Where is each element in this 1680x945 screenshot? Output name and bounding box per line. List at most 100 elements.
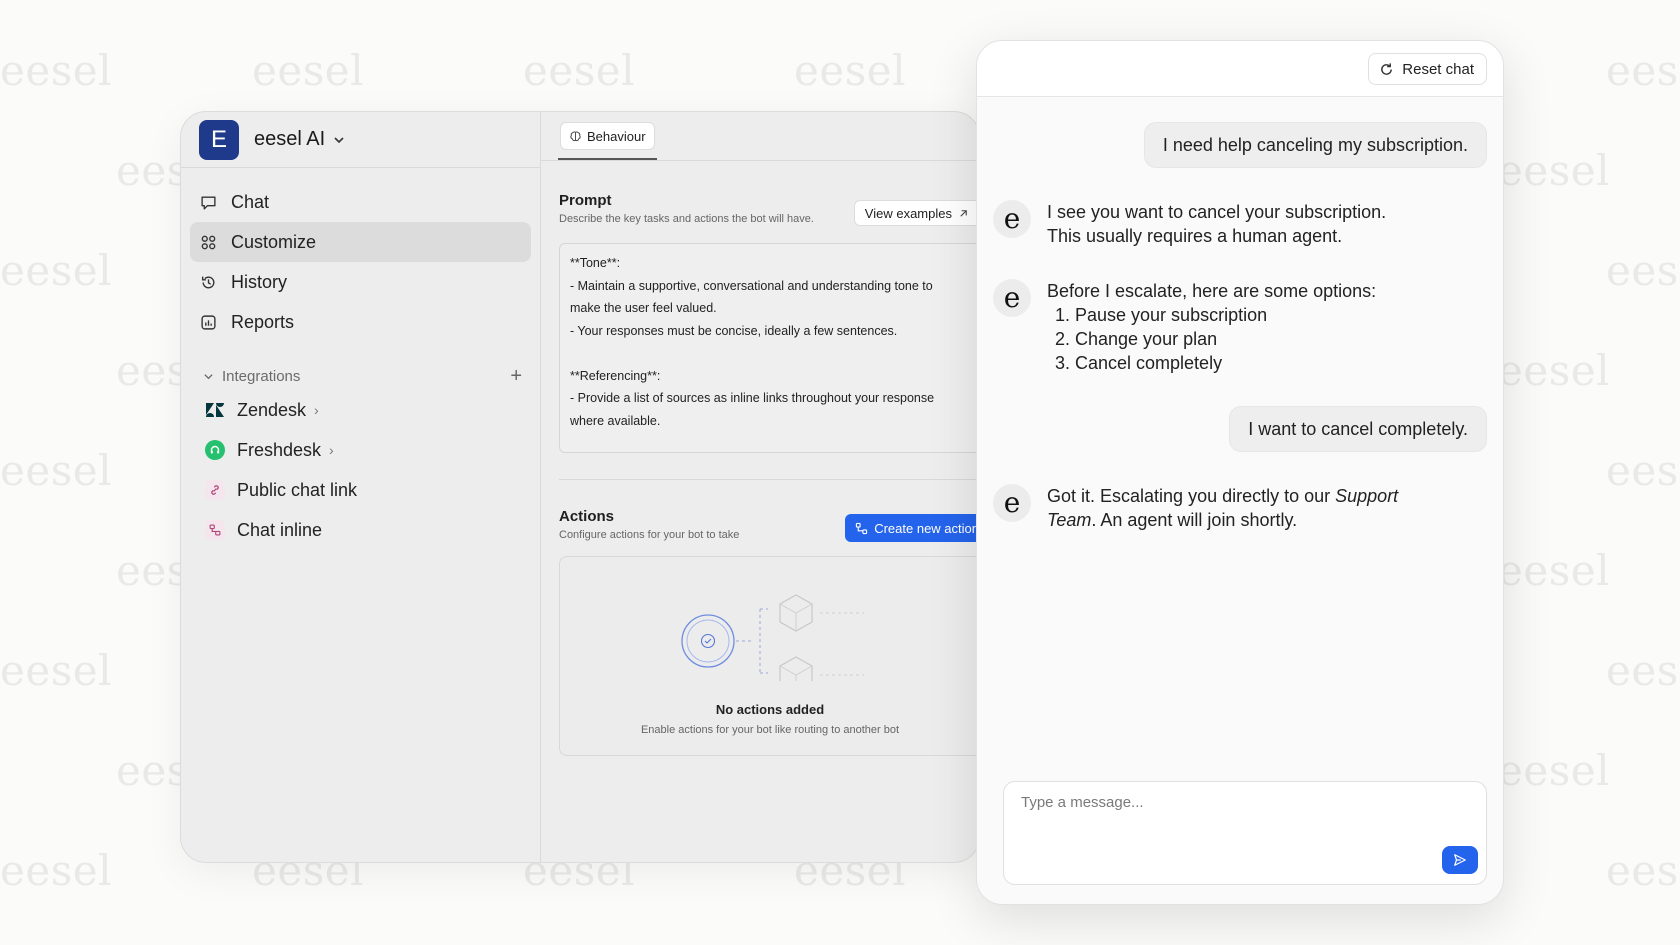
integration-label: Zendesk	[237, 399, 307, 420]
watermark-text: eesel	[0, 46, 113, 95]
chevron-down-icon	[204, 373, 213, 379]
empty-state-subtitle: Enable actions for your bot like routing…	[640, 724, 900, 736]
nav-item-customize[interactable]: Customize	[190, 222, 531, 262]
arrow-up-right-icon	[960, 209, 967, 217]
integration-zendesk[interactable]: Zendesk ›	[181, 390, 540, 430]
add-integration-button[interactable]: +	[510, 366, 522, 386]
bot-avatar: e	[993, 484, 1031, 522]
integrations-header[interactable]: Integrations +	[181, 362, 540, 390]
action-icon	[856, 522, 868, 534]
workspace-logo: E	[199, 119, 239, 160]
bot-message-text: Before I escalate, here are some options…	[1047, 279, 1376, 375]
watermark-text: eesel	[0, 246, 113, 295]
refresh-icon	[1381, 62, 1393, 75]
watermark-text: eesel	[0, 646, 113, 695]
nav-item-history[interactable]: History	[190, 262, 531, 302]
watermark-text: eesel	[1606, 846, 1680, 895]
create-new-action-button[interactable]: Create new action	[845, 514, 979, 542]
actions-illustration	[681, 594, 864, 681]
bot-text-line: This usually requires a human agent.	[1047, 226, 1343, 246]
zendesk-icon	[205, 400, 225, 420]
actions-title: Actions	[559, 508, 615, 525]
empty-state-title: No actions added	[715, 702, 825, 717]
chevron-right-icon: ›	[314, 402, 319, 418]
watermark-text: eesel	[252, 46, 365, 95]
integration-chat-inline[interactable]: Chat inline	[181, 510, 540, 550]
watermark-text: eesel	[1606, 246, 1680, 295]
bot-text-line: I see you want to cancel your subscripti…	[1047, 202, 1387, 222]
list-item: Change your plan	[1075, 327, 1376, 351]
bot-message: e Got it. Escalating you directly to our…	[993, 484, 1447, 532]
reports-icon	[201, 314, 216, 330]
chevron-right-icon: ›	[329, 442, 334, 458]
bot-avatar: e	[993, 200, 1031, 238]
view-examples-button[interactable]: View examples	[853, 200, 979, 226]
watermark-text: eesel	[1498, 546, 1611, 595]
actions-subtitle: Configure actions for your bot to take	[559, 529, 740, 541]
link-icon	[205, 480, 225, 500]
user-message: I want to cancel completely.	[1229, 406, 1487, 452]
integrations-heading: Integrations	[222, 367, 301, 385]
prompt-section: Prompt Describe the key tasks and action…	[541, 192, 832, 225]
message-composer	[1003, 781, 1487, 885]
history-icon	[201, 275, 215, 288]
chat-header: Reset chat	[977, 41, 1503, 97]
list-item: Pause your subscription	[1075, 303, 1376, 327]
watermark-text: eesel	[1498, 146, 1611, 195]
bot-text-line: Before I escalate, here are some options…	[1047, 281, 1377, 301]
tab-behaviour[interactable]: Behaviour	[558, 122, 657, 160]
watermark-text: eesel	[794, 46, 907, 95]
bot-message-text: I see you want to cancel your subscripti…	[1047, 200, 1386, 248]
app-window: E eesel AI Chat Customize History Report…	[180, 111, 980, 863]
chat-panel: Reset chat I need help canceling my subs…	[976, 40, 1504, 905]
grid-icon	[201, 235, 216, 249]
tab-bar: Behaviour	[541, 112, 979, 161]
nav-label: History	[231, 271, 288, 292]
user-message: I need help canceling my subscription.	[1143, 122, 1487, 168]
view-examples-label: View examples	[864, 205, 952, 221]
watermark-text: eesel	[1498, 346, 1611, 395]
list-item: Cancel completely	[1075, 351, 1376, 375]
integration-public-chat-link[interactable]: Public chat link	[181, 470, 540, 510]
freshdesk-icon	[205, 440, 225, 460]
actions-empty-state: No actions added Enable actions for your…	[559, 556, 979, 756]
sidebar: E eesel AI Chat Customize History Report…	[181, 112, 541, 862]
prompt-subtitle: Describe the key tasks and actions the b…	[559, 213, 814, 225]
watermark-text: eesel	[1606, 646, 1680, 695]
bot-avatar: e	[993, 279, 1031, 317]
watermark-text: eesel	[0, 446, 113, 495]
tab-label: Behaviour	[587, 128, 646, 144]
watermark-text: eesel	[1606, 46, 1680, 95]
nav-item-reports[interactable]: Reports	[190, 302, 531, 342]
bot-text-segment: Got it. Escalating you directly to our	[1047, 486, 1336, 506]
bot-message-text: Got it. Escalating you directly to our S…	[1047, 484, 1447, 532]
nav-label: Customize	[231, 231, 317, 252]
workspace-name: eesel AI	[254, 128, 326, 150]
send-button[interactable]	[1442, 846, 1478, 874]
bot-message: e I see you want to cancel your subscrip…	[993, 200, 1386, 248]
prompt-title: Prompt	[559, 192, 612, 209]
chat-inline-icon	[205, 520, 225, 540]
send-icon	[1454, 854, 1466, 866]
reset-chat-button[interactable]: Reset chat	[1368, 53, 1487, 85]
nav-item-chat[interactable]: Chat	[190, 182, 531, 222]
bot-text-segment: . An agent will join shortly.	[1091, 510, 1298, 530]
bot-message: e Before I escalate, here are some optio…	[993, 279, 1376, 375]
chevron-down-icon	[334, 136, 344, 143]
integration-label: Public chat link	[237, 479, 358, 500]
nav-label: Reports	[231, 311, 295, 332]
integration-freshdesk[interactable]: Freshdesk ›	[181, 430, 540, 470]
prompt-textarea[interactable]: **Tone**: - Maintain a supportive, conve…	[559, 243, 979, 453]
workspace-switcher[interactable]: E eesel AI	[181, 112, 540, 168]
tab-behaviour-chip: Behaviour	[560, 122, 655, 150]
main-nav: Chat Customize History Reports	[181, 168, 540, 342]
section-divider	[559, 479, 979, 480]
nav-label: Chat	[231, 191, 270, 212]
main-content: Behaviour Prompt Describe the key tasks …	[541, 112, 979, 862]
message-input[interactable]	[1021, 794, 1441, 811]
actions-section: Actions Configure actions for your bot t…	[541, 508, 757, 541]
watermark-text: eesel	[523, 46, 636, 95]
integration-label: Chat inline	[237, 519, 323, 540]
watermark-text: eesel	[1606, 446, 1680, 495]
chat-bubble-icon	[201, 195, 216, 210]
